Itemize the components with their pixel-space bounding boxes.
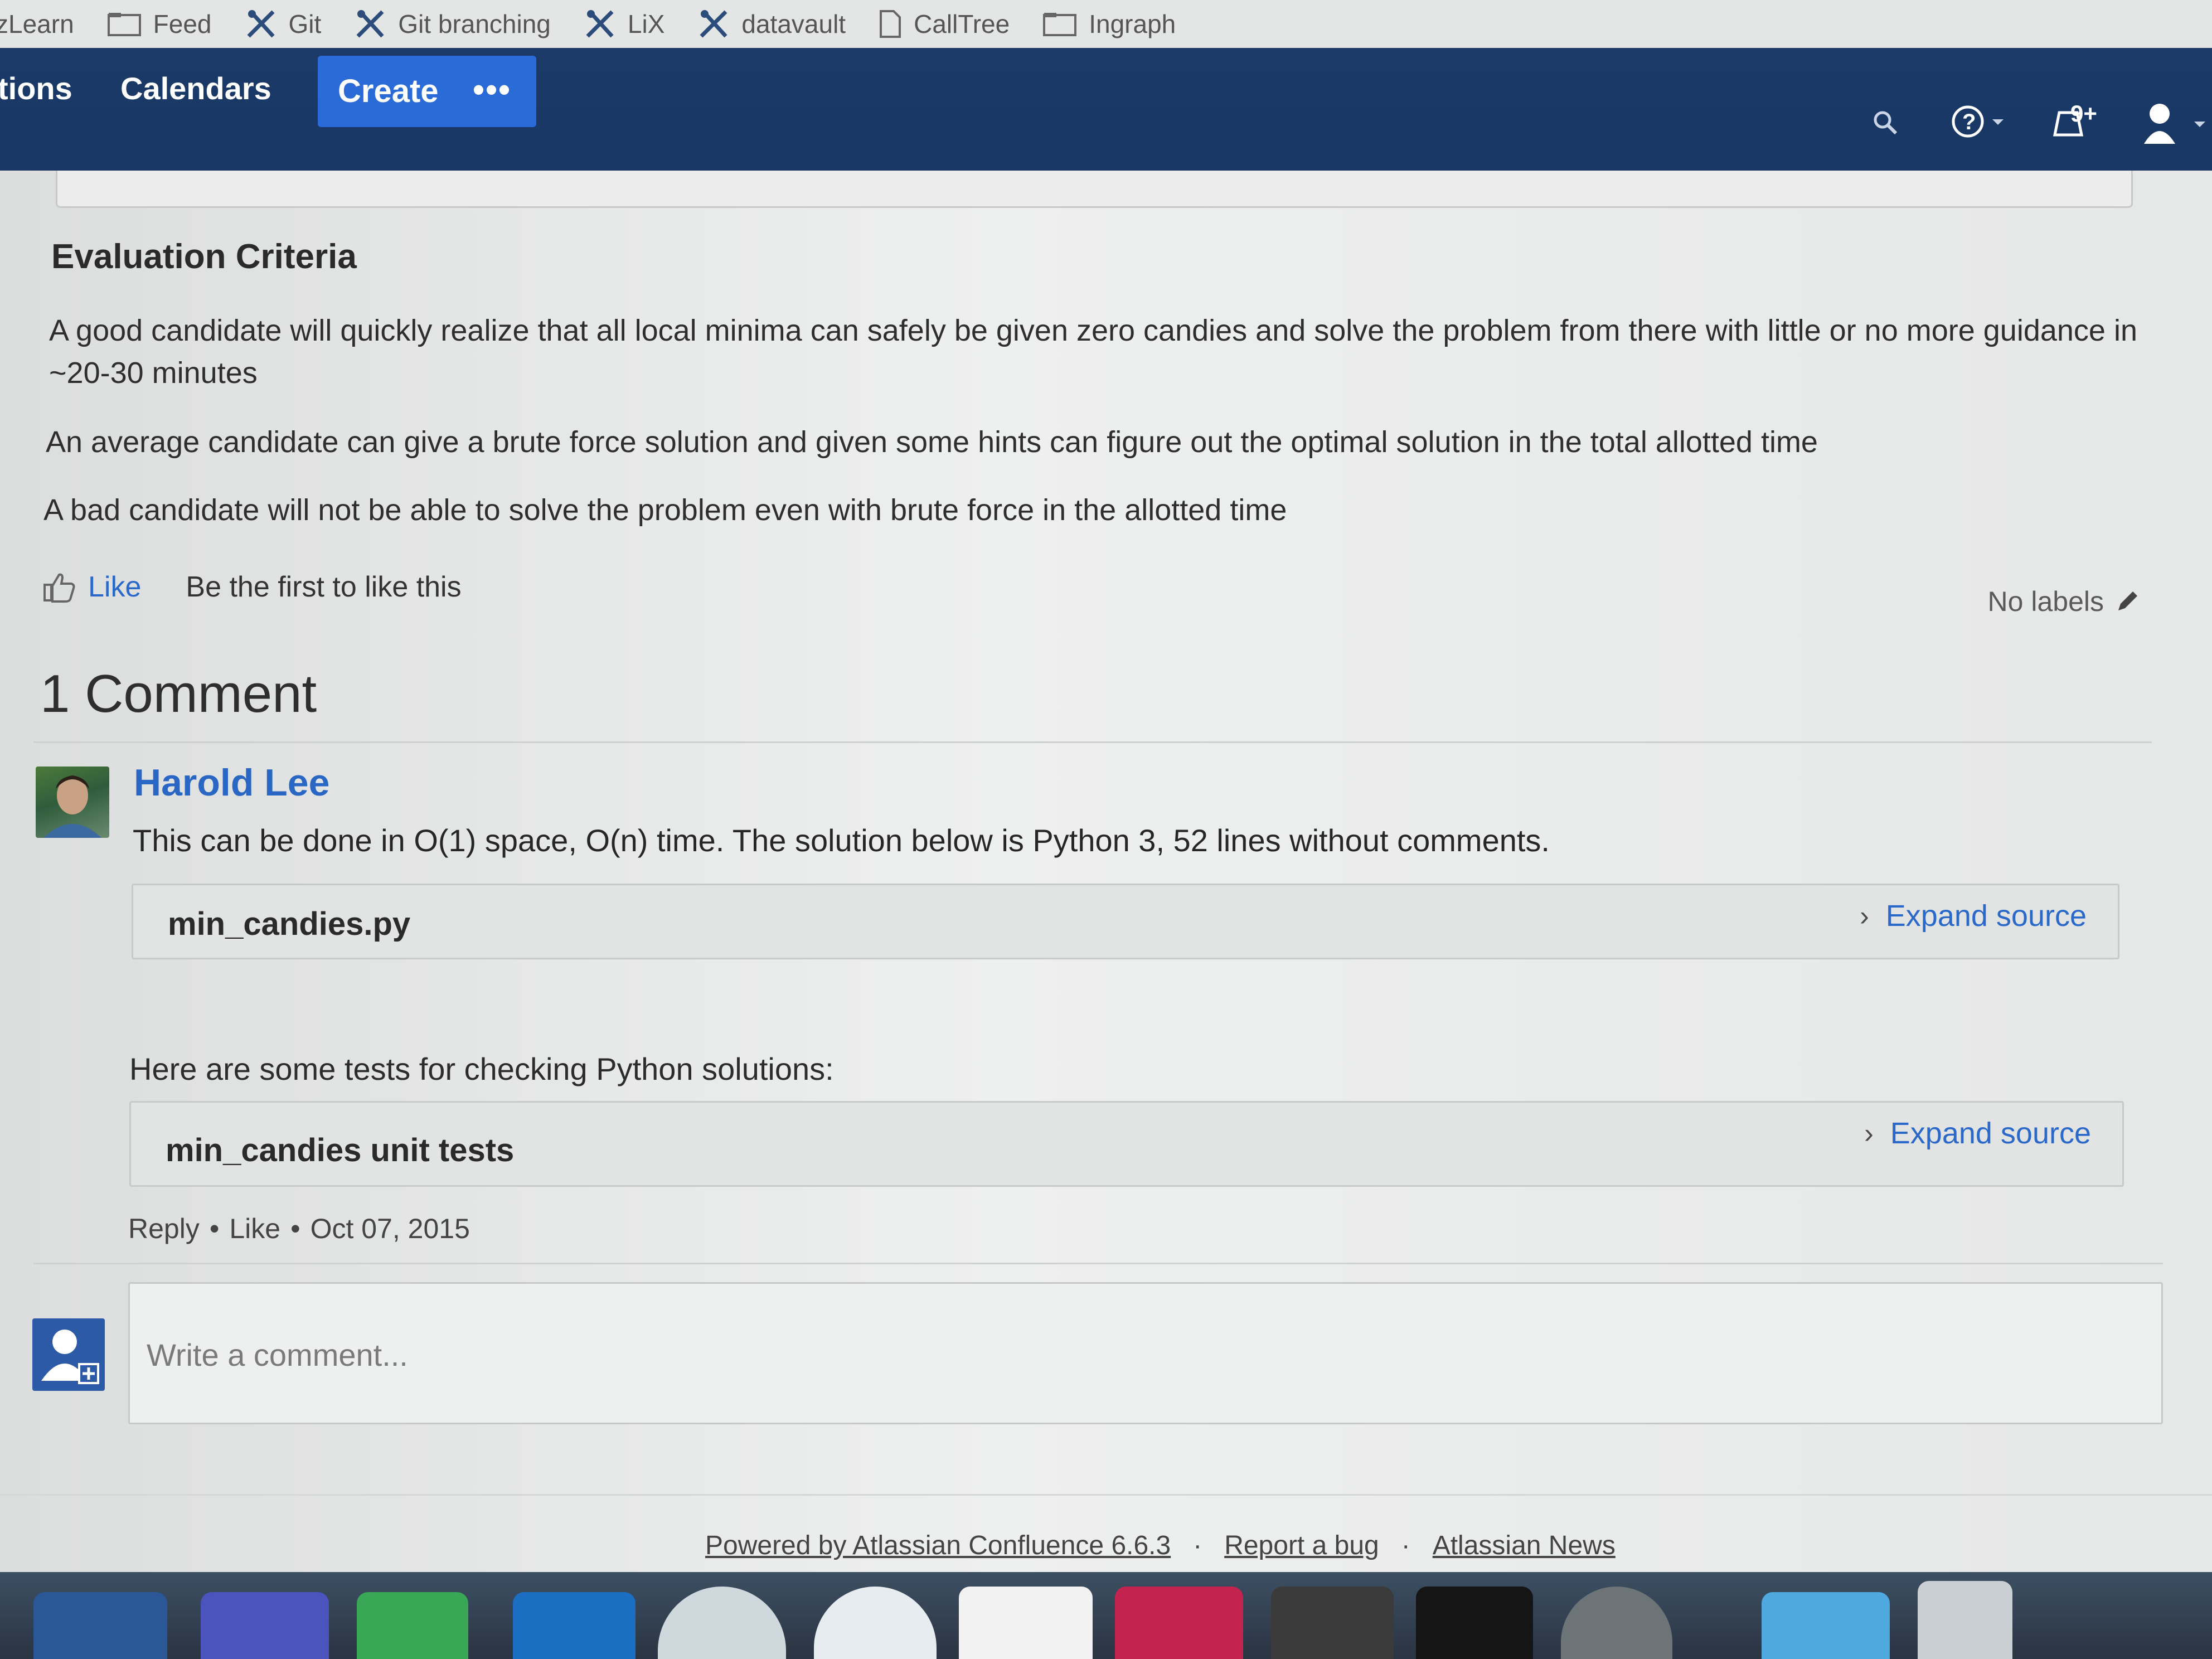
sublime-icon[interactable] (1271, 1587, 1394, 1659)
chrome-icon[interactable] (658, 1587, 786, 1659)
avatar-photo (43, 775, 101, 838)
thumbs-up-icon[interactable] (42, 571, 76, 603)
screen: zLearn Feed Git Git branching LiX datava… (0, 0, 2212, 1659)
nav-spaces[interactable]: tions (0, 70, 72, 106)
comment-date: Oct 07, 2015 (310, 1213, 470, 1244)
bookmark-label: zLearn (0, 9, 74, 38)
user-menu-icon[interactable] (2141, 101, 2212, 144)
labels-text: No labels (1987, 586, 2104, 617)
bookmark-calltree[interactable]: CallTree (879, 9, 1010, 39)
bookmark-label: Git branching (398, 9, 551, 38)
divider (0, 1494, 2212, 1496)
criteria-average: An average candidate can give a brute fo… (46, 425, 1818, 459)
tool-icon (247, 10, 275, 38)
expand-source-label: Expand source (1890, 1117, 2091, 1150)
comments-heading: 1 Comment (40, 664, 317, 724)
comment-input-placeholder: Write a comment... (147, 1337, 408, 1372)
bookmark-datavault[interactable]: datavault (698, 8, 846, 40)
criteria-bad: A bad candidate will not be able to solv… (43, 493, 1287, 527)
bookmark-git[interactable]: Git (245, 8, 322, 40)
add-user-icon (41, 1330, 99, 1384)
create-label: Create (338, 73, 439, 109)
notifications-badge: 9+ (2070, 100, 2097, 127)
separator: • (290, 1213, 300, 1244)
word-icon[interactable] (33, 1592, 167, 1659)
avatar[interactable] (36, 767, 109, 838)
tests-intro: Here are some tests for checking Python … (129, 1051, 834, 1086)
bookmark-label: datavault (741, 9, 846, 38)
comment-input[interactable]: Write a comment... (128, 1282, 2163, 1424)
intellij-icon[interactable] (1115, 1587, 1243, 1659)
comment-text: This can be done in O(1) space, O(n) tim… (133, 823, 1550, 858)
bookmarks-bar: zLearn Feed Git Git branching LiX datava… (0, 0, 2212, 48)
wifi-icon[interactable] (814, 1587, 937, 1659)
bookmark-label: Feed (153, 9, 212, 38)
powered-by-link[interactable]: Powered by Atlassian Confluence 6.6.3 (705, 1530, 1171, 1561)
tool-icon (700, 10, 727, 38)
bookmark-label: CallTree (914, 9, 1010, 38)
footer: Powered by Atlassian Confluence 6.6.3 · … (705, 1530, 1616, 1561)
svg-text:?: ? (1962, 110, 1976, 134)
tool-icon (356, 10, 384, 38)
folder-icon[interactable] (1762, 1592, 1890, 1659)
criteria-good: A good candidate will quickly realize th… (49, 314, 2137, 390)
code-block-title: min_candies.py (168, 906, 411, 942)
bookmark-label: Ingraph (1089, 9, 1176, 38)
outlook-icon[interactable] (513, 1592, 636, 1659)
section-heading: Evaluation Criteria (51, 237, 357, 276)
folder-icon (1043, 13, 1077, 36)
reply-link[interactable]: Reply (128, 1212, 200, 1245)
like-button[interactable]: Like (88, 570, 141, 604)
like-note: Be the first to like this (186, 571, 462, 603)
dock (0, 1572, 2212, 1659)
system-preferences-icon[interactable] (1561, 1587, 1672, 1659)
more-options-button[interactable]: ••• (473, 70, 511, 109)
labels-area: No labels (1988, 585, 2140, 618)
top-navigation: tions Calendars Create ••• ? 9+ (0, 48, 2212, 171)
pencil-icon[interactable] (2115, 589, 2140, 614)
bookmark-feed[interactable]: Feed (107, 9, 212, 39)
current-user-avatar (32, 1318, 105, 1391)
search-icon[interactable] (1872, 109, 1899, 136)
comment-actions: Reply • Like • Oct 07, 2015 (128, 1212, 470, 1245)
separator: • (209, 1213, 220, 1244)
create-button[interactable]: Create ••• (318, 56, 536, 127)
comment-author[interactable]: Harold Lee (134, 761, 329, 804)
comment-like-link[interactable]: Like (229, 1212, 280, 1245)
atlassian-news-link[interactable]: Atlassian News (1433, 1530, 1616, 1561)
notifications-button[interactable]: 9+ (2051, 100, 2113, 139)
separator: · (1193, 1531, 1202, 1560)
expand-source-label: Expand source (1885, 899, 2087, 933)
code-block: min_candies.py › Expand source (132, 884, 2119, 959)
bookmark-zlearn[interactable]: zLearn (0, 9, 74, 39)
nav-calendars[interactable]: Calendars (120, 70, 271, 106)
bookmark-lix[interactable]: LiX (584, 8, 664, 40)
bookmark-label: Git (288, 9, 322, 38)
report-bug-link[interactable]: Report a bug (1224, 1530, 1379, 1561)
teams-icon[interactable] (201, 1592, 329, 1659)
divider (33, 1263, 2163, 1264)
tool-icon (586, 10, 614, 38)
code-block-title: min_candies unit tests (166, 1132, 515, 1168)
trash-icon[interactable] (1918, 1581, 2012, 1659)
help-icon[interactable]: ? (1951, 104, 2007, 139)
bookmark-git-branching[interactable]: Git branching (355, 8, 551, 40)
separator: · (1401, 1531, 1410, 1560)
terminal-icon[interactable] (1416, 1587, 1533, 1659)
bookmark-ingraph[interactable]: Ingraph (1043, 9, 1176, 39)
divider (33, 741, 2152, 743)
bookmark-label: LiX (627, 9, 665, 38)
chevron-right-icon: › (1860, 900, 1869, 932)
code-block: min_candies unit tests › Expand source (129, 1101, 2124, 1187)
app-icon[interactable] (959, 1587, 1093, 1659)
page-icon (880, 10, 901, 38)
chevron-right-icon: › (1864, 1118, 1874, 1149)
folder-icon (107, 13, 141, 36)
skype-icon[interactable] (357, 1592, 468, 1659)
expand-source-button[interactable]: › Expand source (1860, 899, 2087, 933)
expand-source-button[interactable]: › Expand source (1864, 1116, 2091, 1151)
like-row: Like Be the first to like this (42, 570, 462, 604)
